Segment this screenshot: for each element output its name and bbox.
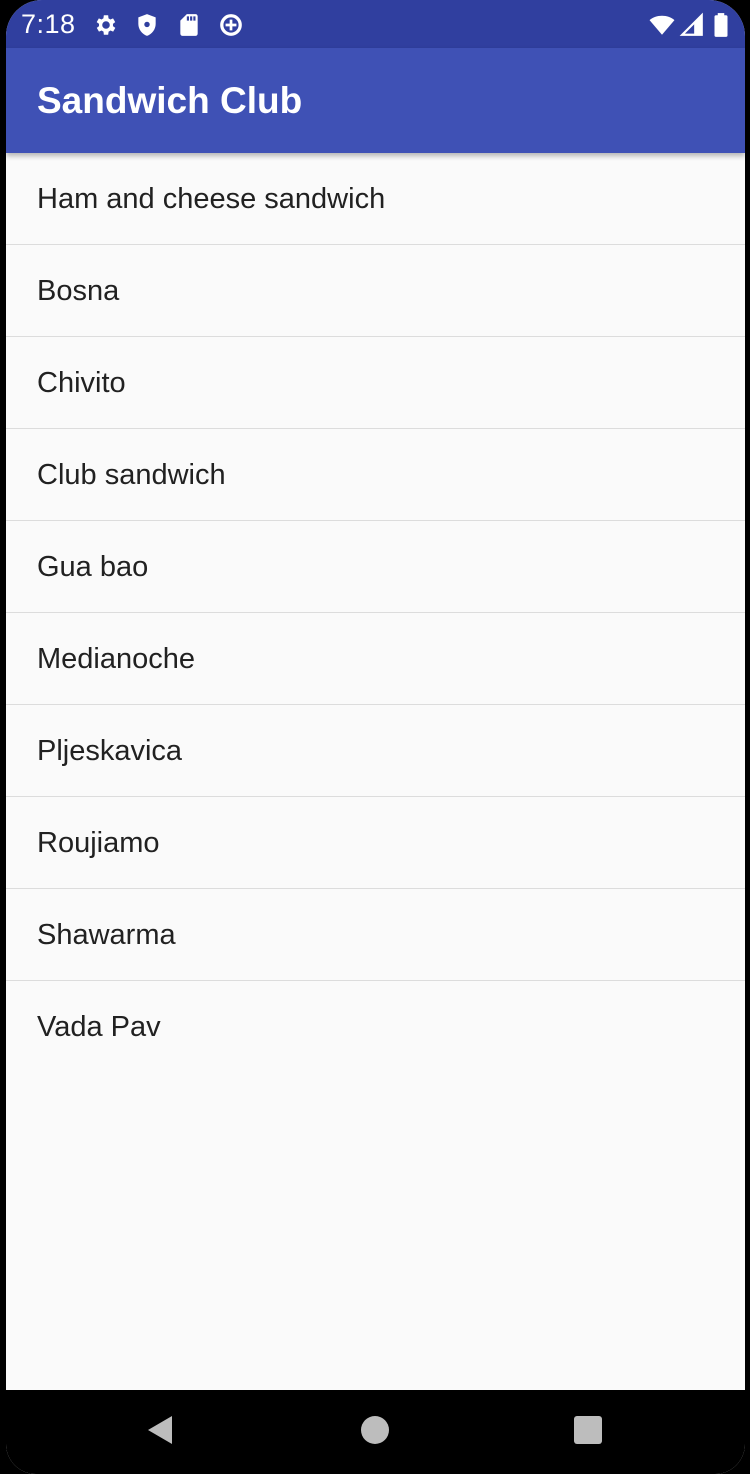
list-item[interactable]: Shawarma [6, 889, 745, 981]
app-bar: Sandwich Club [6, 48, 745, 153]
battery-icon [711, 12, 731, 38]
list-item-label: Club sandwich [37, 459, 226, 491]
wifi-icon [648, 12, 676, 38]
list-item-label: Medianoche [37, 643, 195, 675]
list-item-label: Chivito [37, 367, 126, 399]
list-item[interactable]: Bosna [6, 245, 745, 337]
list-item-label: Roujiamo [37, 827, 160, 859]
screen: 7:18 Sandwich Club Ham and cheese sandwi… [6, 0, 745, 1474]
list-item-label: Ham and cheese sandwich [37, 183, 386, 215]
list-item[interactable]: Pljeskavica [6, 705, 745, 797]
list-item[interactable]: Medianoche [6, 613, 745, 705]
list-item[interactable]: Ham and cheese sandwich [6, 153, 745, 245]
home-icon[interactable] [355, 1410, 395, 1450]
list-item-label: Pljeskavica [37, 735, 183, 767]
list-item[interactable]: Gua bao [6, 521, 745, 613]
back-icon[interactable] [142, 1410, 182, 1450]
device-frame: 7:18 Sandwich Club Ham and cheese sandwi… [0, 0, 750, 1474]
list-item[interactable]: Club sandwich [6, 429, 745, 521]
status-bar: 7:18 [6, 0, 745, 48]
list-item-label: Gua bao [37, 551, 149, 583]
app-title: Sandwich Club [37, 80, 303, 121]
cell-signal-icon [679, 12, 705, 38]
data-saver-icon [218, 12, 244, 38]
sandwich-list: Ham and cheese sandwich Bosna Chivito Cl… [6, 153, 745, 1072]
list-item-label: Shawarma [37, 919, 176, 951]
list-item[interactable]: Roujiamo [6, 797, 745, 889]
sd-card-icon [176, 12, 202, 38]
list-item-label: Bosna [37, 275, 120, 307]
list-item[interactable]: Chivito [6, 337, 745, 429]
status-time: 7:18 [21, 9, 76, 39]
list-item[interactable]: Vada Pav [6, 981, 745, 1072]
gear-icon [93, 12, 119, 38]
recents-icon[interactable] [568, 1410, 608, 1450]
shield-icon [134, 12, 160, 38]
list-item-label: Vada Pav [37, 1011, 161, 1043]
navigation-bar [6, 1390, 745, 1474]
